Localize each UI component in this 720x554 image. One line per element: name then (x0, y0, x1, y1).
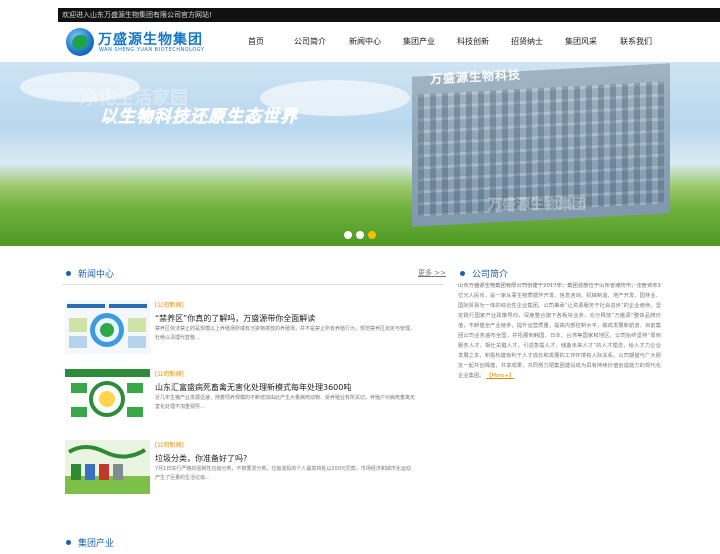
news-item[interactable]: [公司新闻] 垃圾分类，你准备好了吗? 7月1日实行严格的强制性垃圾分类，不按要… (65, 440, 445, 496)
news-section-title[interactable]: 新闻中心 (78, 267, 114, 280)
nav-item-contact[interactable]: 联系我们 (608, 22, 664, 62)
news-item[interactable]: [公司新闻] “禁养区”你真的了解吗，万盛源带你全面解读 禁养区依法禁止的是规模… (65, 300, 445, 356)
logo-en-text: WAN SHENG YUAN BIOTECHNOLOGY (99, 47, 205, 53)
news-thumbnail[interactable] (65, 300, 150, 354)
news-category: [公司新闻] (155, 371, 184, 378)
nav-item-industry[interactable]: 集团产业 (392, 22, 446, 62)
nav-item-news[interactable]: 新闻中心 (338, 22, 392, 62)
welcome-text: 欢迎进入山东万盛源生物集团有限公司官方网站! (62, 11, 212, 19)
header: 万盛源生物集团 WAN SHENG YUAN BIOTECHNOLOGY 首页 … (0, 22, 720, 62)
carousel-dot-3-active[interactable] (368, 231, 376, 239)
carousel-dot-2[interactable] (356, 231, 364, 239)
news-category: [公司新闻] (155, 302, 184, 309)
carousel-dots (344, 231, 376, 239)
banner-slogan: 以生物科技还原生态世界 (100, 107, 298, 128)
logo-mark-icon (66, 28, 94, 56)
news-divider (62, 284, 444, 285)
nav-item-about[interactable]: 公司简介 (282, 22, 338, 62)
bullet-icon (66, 271, 71, 276)
about-body: 山东万盛源生物集团有限公司创建于2017年，集团总部位于山东省潍坊市，注册资本1… (458, 283, 661, 379)
carousel-dot-1[interactable] (344, 231, 352, 239)
news-desc: 近几年生猪产业发展迅速，随着饲养规模的不断增加由此产生大量病死动物、受养殖业有所… (155, 395, 416, 410)
news-title[interactable]: 山东汇富盛病死畜禽无害化处理新模式每年处理3600吨 (155, 382, 351, 393)
news-thumbnail[interactable] (65, 440, 150, 494)
news-title[interactable]: “禁养区”你真的了解吗，万盛源带你全面解读 (155, 313, 315, 324)
news-category: [公司新闻] (155, 442, 184, 449)
bullet-icon (66, 540, 71, 545)
news-item[interactable]: [公司新闻] 山东汇富盛病死畜禽无害化处理新模式每年处理3600吨 近几年生猪产… (65, 369, 445, 425)
news-desc: 禁养区依法禁止的是规模以上养殖场所或有污染物排放的养殖场，并不是禁止所有养殖行为… (155, 326, 416, 341)
news-section-header: 新闻中心 (66, 265, 266, 285)
nav-item-recruit[interactable]: 招贤纳士 (500, 22, 554, 62)
nav-item-gallery[interactable]: 集团风采 (554, 22, 608, 62)
about-more-link[interactable]: 【More+】 (486, 373, 514, 379)
nav-item-innovation[interactable]: 科技创新 (446, 22, 500, 62)
bullet-icon (460, 271, 465, 276)
industry-section-header: 集团产业 (66, 534, 266, 554)
nav-item-home[interactable]: 首页 (230, 22, 282, 62)
news-thumbnail[interactable] (65, 369, 150, 423)
logo-cn-text: 万盛源生物集团 (98, 32, 203, 48)
main-nav: 首页 公司简介 新闻中心 集团产业 科技创新 招贤纳士 集团风采 联系我们 (230, 22, 664, 62)
top-bar: 欢迎进入山东万盛源生物集团有限公司官方网站! (58, 8, 720, 22)
industry-section-title[interactable]: 集团产业 (78, 536, 114, 549)
banner-ghost-logo: 万盛源生物集团 (488, 197, 586, 213)
hero-banner[interactable]: 万盛源生物科技 净化生活家园 以生物科技还原生态世界 万盛源生物集团 (0, 62, 720, 246)
news-desc: 7月1日实行严格的强制性垃圾分类，不按要求分类，垃圾混投的个人最高将处以200元… (155, 466, 411, 481)
logo[interactable]: 万盛源生物集团 WAN SHENG YUAN BIOTECHNOLOGY (66, 28, 226, 58)
about-text: 山东万盛源生物集团有限公司创建于2017年，集团总部位于山东省潍坊市，注册资本1… (458, 281, 661, 381)
news-more-link[interactable]: 更多 >> (418, 268, 446, 278)
about-section-title[interactable]: 公司简介 (472, 267, 508, 280)
industry-section-peek: 集团产业 (0, 516, 720, 549)
news-title[interactable]: 垃圾分类，你准备好了吗? (155, 453, 247, 464)
